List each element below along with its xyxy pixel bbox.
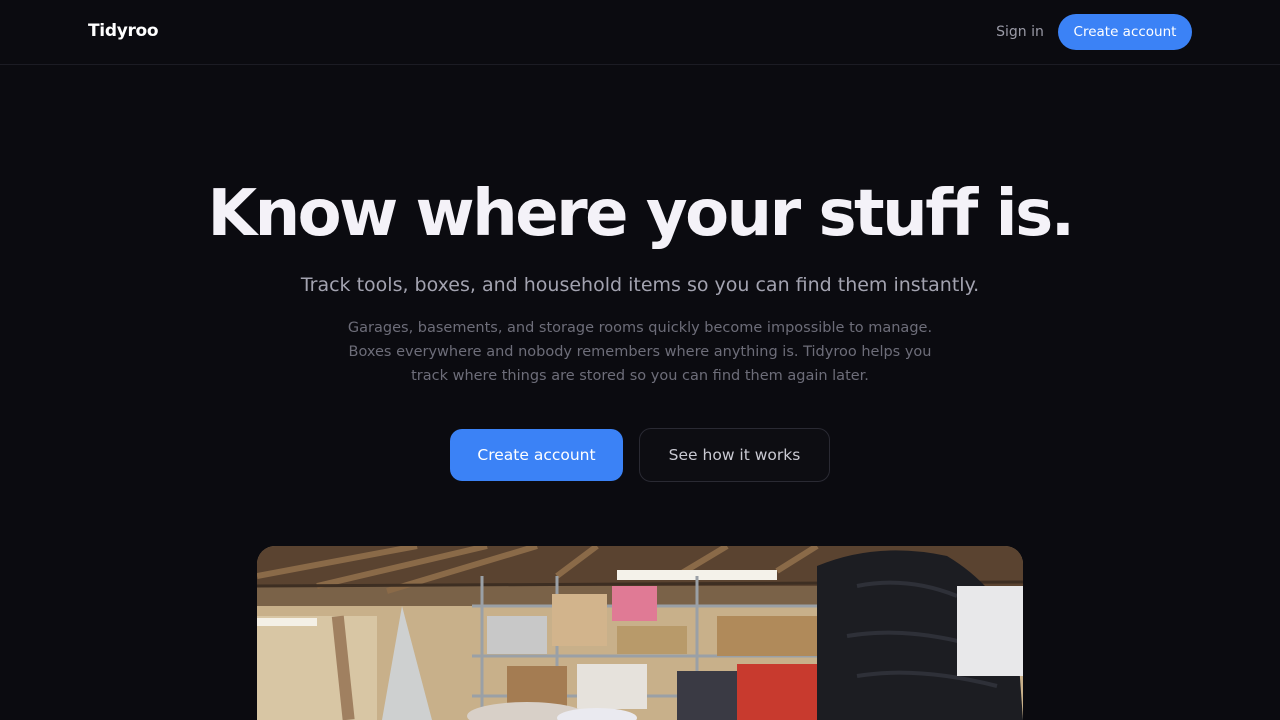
hero-storage-photo: [257, 546, 1023, 720]
see-how-it-works-button[interactable]: See how it works: [639, 428, 830, 482]
hero-description: Garages, basements, and storage rooms qu…: [347, 320, 933, 384]
logo[interactable]: Tidyroo: [88, 21, 159, 41]
sign-in-link[interactable]: Sign in: [994, 21, 1046, 43]
create-account-button[interactable]: Create account: [450, 429, 623, 481]
top-nav: Tidyroo Sign in Create account: [0, 0, 1280, 65]
storage-room-illustration: [257, 546, 1023, 720]
nav-create-account-button[interactable]: Create account: [1058, 14, 1192, 50]
hero-subtitle: Track tools, boxes, and household items …: [300, 274, 980, 296]
hero-title: Know where your stuff is.: [207, 177, 1075, 251]
